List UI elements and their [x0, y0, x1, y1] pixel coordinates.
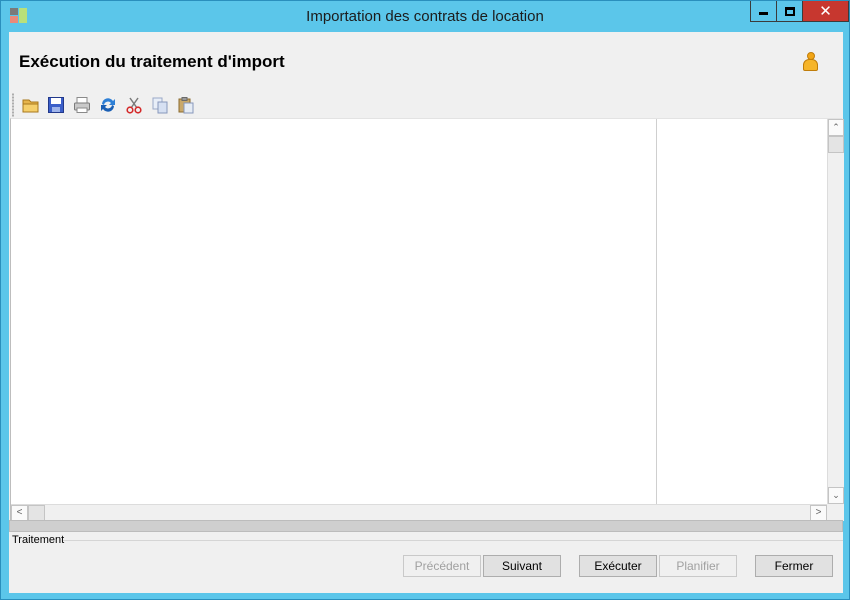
save-icon[interactable] — [47, 96, 65, 114]
window-title: Importation des contrats de location — [306, 8, 544, 25]
close-icon: ✕ — [819, 3, 832, 20]
scroll-right-button[interactable]: > — [810, 505, 827, 521]
next-button[interactable]: Suivant — [483, 555, 561, 577]
scroll-down-button[interactable]: ⌄ — [828, 487, 844, 504]
refresh-icon[interactable] — [99, 96, 117, 114]
output-panel[interactable]: ⌃ ⌄ < > — [10, 118, 844, 521]
toolbar — [12, 92, 212, 117]
copy-icon[interactable] — [151, 96, 169, 114]
folder-open-icon[interactable] — [22, 96, 40, 114]
panel-splitter[interactable] — [656, 119, 657, 504]
maximize-icon — [784, 6, 795, 16]
vertical-scroll-thumb[interactable] — [828, 136, 844, 153]
page-title: Exécution du traitement d'import — [19, 52, 285, 71]
cut-icon[interactable] — [125, 96, 143, 114]
close-window-button[interactable]: ✕ — [802, 1, 849, 22]
user-icon[interactable] — [802, 52, 818, 72]
progress-bar — [9, 520, 843, 532]
paste-icon[interactable] — [177, 96, 195, 114]
group-divider — [63, 540, 843, 541]
window-controls: ✕ — [750, 1, 849, 23]
toolbar-grip[interactable] — [12, 93, 14, 117]
app-window: Importation des contrats de location ✕ E… — [0, 0, 850, 600]
print-icon[interactable] — [73, 96, 91, 114]
title-bar[interactable]: Importation des contrats de location ✕ — [1, 1, 849, 32]
maximize-button[interactable] — [776, 1, 803, 22]
execute-button[interactable]: Exécuter — [579, 555, 657, 577]
scrollbar-corner — [827, 504, 844, 521]
scroll-left-button[interactable]: < — [11, 505, 28, 521]
group-label-traitement: Traitement — [12, 534, 65, 546]
scroll-up-button[interactable]: ⌃ — [828, 119, 844, 136]
close-button[interactable]: Fermer — [755, 555, 833, 577]
vertical-scrollbar[interactable]: ⌃ ⌄ — [827, 119, 844, 504]
horizontal-scroll-thumb[interactable] — [28, 505, 45, 521]
minimize-icon — [759, 12, 768, 15]
minimize-button[interactable] — [750, 1, 777, 22]
horizontal-scrollbar[interactable]: < > — [11, 504, 827, 521]
previous-button[interactable]: Précédent — [403, 555, 481, 577]
client-area: Exécution du traitement d'import ⌃ ⌄ < >… — [9, 32, 844, 593]
schedule-button[interactable]: Planifier — [659, 555, 737, 577]
